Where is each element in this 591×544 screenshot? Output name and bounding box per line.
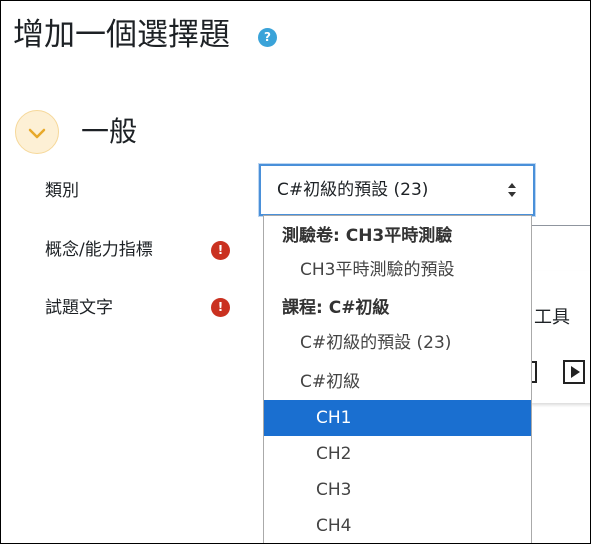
dropdown-option-selected[interactable]: CH1 bbox=[264, 400, 531, 436]
chevron-down-icon bbox=[28, 128, 46, 139]
editor-tools-menu[interactable]: 工具 bbox=[534, 307, 570, 329]
concept-label: 概念/能力指標 bbox=[45, 240, 153, 260]
required-icon: ! bbox=[211, 298, 230, 317]
media-play-icon[interactable] bbox=[563, 360, 585, 384]
required-icon: ! bbox=[211, 241, 230, 260]
category-select-value: C#初級的預設 (23) bbox=[277, 180, 429, 200]
concept-input[interactable] bbox=[531, 225, 590, 273]
dropdown-option[interactable]: CH3平時測驗的預設 bbox=[264, 252, 531, 288]
dropdown-option[interactable]: CH3 bbox=[264, 472, 531, 508]
category-dropdown-list: 測驗卷: CH3平時測驗 CH3平時測驗的預設 課程: C#初級 C#初級的預設… bbox=[263, 215, 532, 543]
select-arrows-icon bbox=[508, 183, 516, 197]
dropdown-option[interactable]: CH4 bbox=[264, 508, 531, 543]
dropdown-option[interactable]: C#初級 bbox=[264, 364, 531, 400]
dropdown-option[interactable]: CH2 bbox=[264, 436, 531, 472]
category-label: 類別 bbox=[45, 181, 79, 201]
dropdown-group-quiz: 測驗卷: CH3平時測驗 bbox=[282, 226, 453, 246]
dropdown-group-course: 課程: C#初級 bbox=[282, 298, 390, 318]
help-icon[interactable]: ? bbox=[258, 28, 277, 47]
page-title: 增加一個選擇題 bbox=[13, 17, 230, 53]
page-frame: 增加一個選擇題 ? 一般 類別 概念/能力指標 ! 試題文字 ! 工具 C#初級… bbox=[0, 0, 591, 544]
dropdown-option[interactable]: C#初級的預設 (23) bbox=[264, 325, 531, 361]
section-collapse-button[interactable] bbox=[15, 110, 59, 154]
category-select[interactable]: C#初級的預設 (23) bbox=[259, 164, 535, 216]
question-text-label: 試題文字 bbox=[45, 298, 113, 318]
section-title: 一般 bbox=[81, 115, 138, 148]
